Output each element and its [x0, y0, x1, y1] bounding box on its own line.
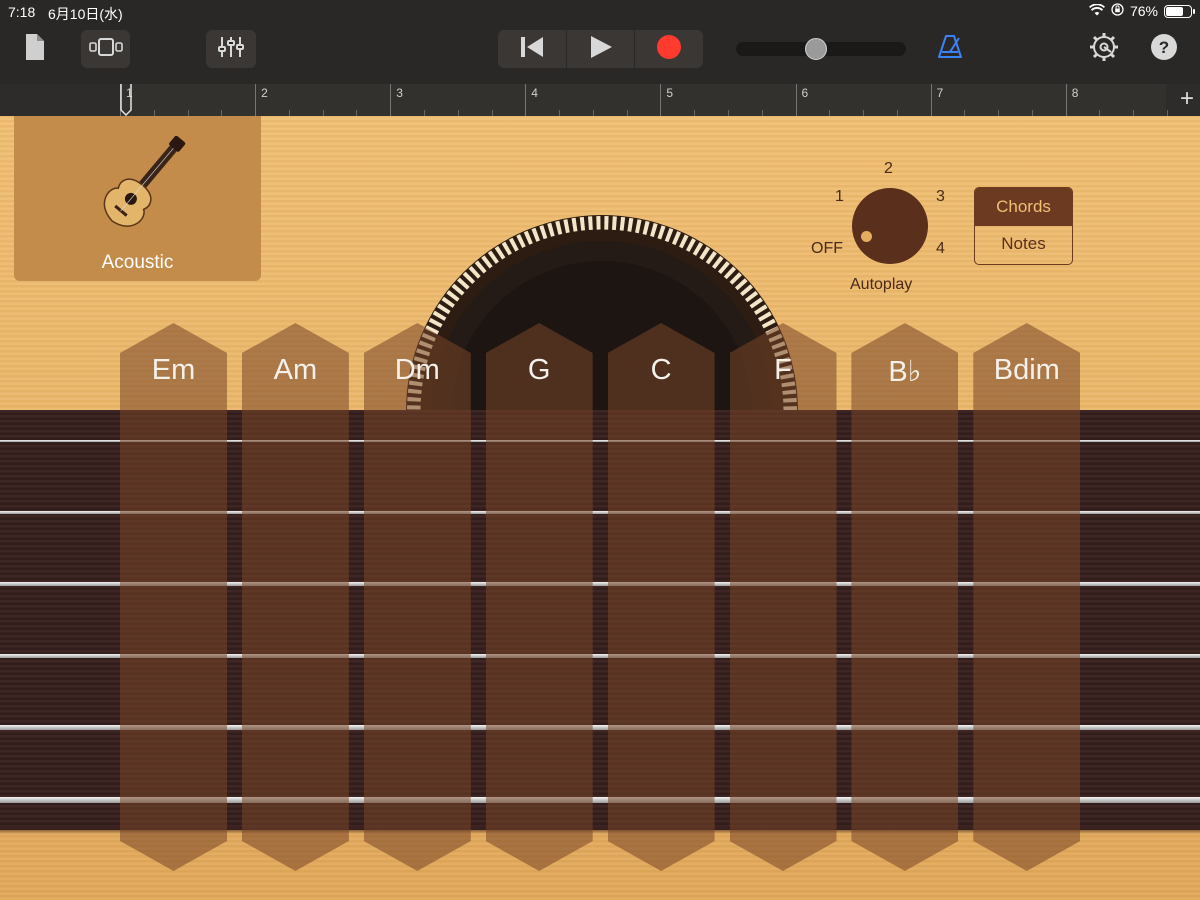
ruler-bar-line	[1065, 84, 1067, 116]
autoplay-knob[interactable]	[852, 188, 928, 264]
autoplay-position-2[interactable]: 2	[884, 160, 893, 178]
chord-strip[interactable]: F	[729, 323, 837, 871]
chord-label: F	[774, 354, 792, 386]
autoplay-position-4[interactable]: 4	[936, 240, 945, 258]
chord-strip[interactable]: Em	[120, 323, 227, 871]
rewind-button[interactable]	[498, 30, 567, 68]
acoustic-guitar-icon	[84, 135, 194, 249]
ruler-bar-line	[930, 84, 932, 116]
chord-strip[interactable]: Dm	[363, 323, 471, 871]
wifi-icon	[1088, 3, 1105, 19]
ruler-bar-line	[255, 84, 257, 116]
ruler-bar-line	[525, 84, 527, 116]
chord-strip[interactable]: Bdim	[973, 323, 1081, 871]
transport-controls	[498, 30, 703, 68]
ruler-area[interactable]	[120, 84, 1166, 116]
timeline-ruler[interactable]: 12345678 +	[0, 84, 1200, 117]
chord-label: Bdim	[993, 354, 1060, 386]
settings-button[interactable]	[1087, 30, 1121, 68]
metronome-button[interactable]	[934, 30, 966, 68]
chord-strip[interactable]: B♭	[851, 323, 959, 871]
help-button[interactable]: ?	[1150, 30, 1178, 68]
settings-icon	[1089, 32, 1119, 67]
ruler-bar-label: 6	[801, 86, 809, 100]
help-icon: ?	[1150, 33, 1178, 66]
add-section-button[interactable]: +	[1180, 86, 1194, 112]
ruler-bar-line	[795, 84, 797, 116]
autoplay-position-3[interactable]: 3	[936, 188, 945, 206]
chord-label: C	[650, 354, 672, 386]
chord-strip[interactable]: C	[607, 323, 715, 871]
document-icon	[24, 33, 46, 66]
autoplay-label: Autoplay	[850, 276, 913, 293]
battery-percent: 76%	[1129, 3, 1158, 19]
rewind-icon	[519, 36, 545, 63]
ruler-bar-line	[390, 84, 392, 116]
play-button[interactable]	[567, 30, 636, 68]
ruler-bar-line	[660, 84, 662, 116]
chord-label: Am	[273, 354, 318, 386]
instrument-name: Acoustic	[101, 252, 174, 273]
chord-label: Dm	[394, 354, 440, 386]
mixer-icon	[217, 35, 245, 64]
my-songs-button[interactable]	[18, 30, 52, 68]
toolbar: ?	[0, 24, 1200, 84]
mixer-button[interactable]	[206, 30, 256, 68]
ruler-bar-label: 2	[261, 86, 268, 100]
status-time: 7:18	[8, 4, 36, 20]
instrument-selector[interactable]: Acoustic	[14, 116, 261, 281]
playhead[interactable]	[120, 84, 132, 117]
chord-strip[interactable]: Am	[241, 323, 349, 871]
record-button[interactable]	[635, 30, 703, 68]
ruler-bar-label: 3	[396, 86, 403, 100]
tracks-view-icon	[87, 37, 125, 62]
metronome-icon	[937, 34, 963, 64]
ruler-bar-label: 8	[1071, 86, 1079, 100]
chord-label: B♭	[888, 356, 922, 388]
autoplay-off[interactable]: OFF	[811, 240, 843, 258]
autoplay-position-1[interactable]: 1	[835, 188, 844, 206]
master-volume-slider[interactable]	[736, 38, 906, 60]
record-icon	[656, 34, 682, 65]
status-bar: 7:18 6月10日(水) 76%	[0, 0, 1200, 24]
chord-strip[interactable]: G	[485, 323, 593, 871]
chord-label: G	[527, 354, 551, 386]
status-right: 76%	[1088, 3, 1195, 19]
orientation-lock-icon	[1111, 3, 1124, 19]
tracks-view-button[interactable]	[81, 30, 130, 68]
battery-icon	[1164, 4, 1195, 18]
status-date: 6月10日(水)	[48, 6, 123, 22]
ruler-bar-label: 5	[666, 86, 674, 100]
notes-mode-button[interactable]: Notes	[975, 226, 1072, 264]
autoplay-knob-indicator	[861, 231, 872, 242]
ruler-bar-label: 7	[936, 86, 944, 100]
svg-text:?: ?	[1159, 38, 1169, 57]
chord-label: Em	[151, 354, 196, 386]
play-icon	[589, 35, 613, 64]
chords-notes-switch: Chords Notes	[974, 187, 1073, 265]
master-volume-knob[interactable]	[805, 38, 827, 60]
ruler-bar-label: 4	[531, 86, 538, 100]
chords-mode-button[interactable]: Chords	[975, 188, 1072, 226]
